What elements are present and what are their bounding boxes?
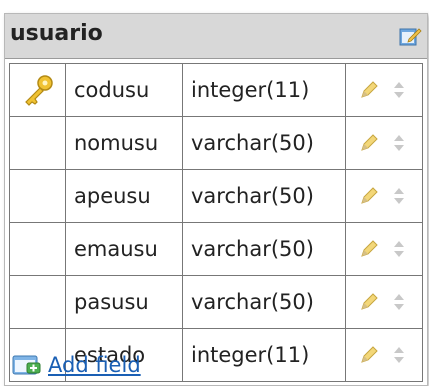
field-actions [346, 64, 423, 117]
field-type: varchar(50) [183, 223, 346, 276]
pencil-icon[interactable] [359, 186, 379, 206]
edit-table-icon[interactable] [398, 24, 422, 48]
key-cell [10, 170, 66, 223]
field-name: nomusu [66, 117, 183, 170]
field-type: integer(11) [183, 329, 346, 382]
key-icon [24, 75, 53, 106]
field-actions [346, 170, 423, 223]
pencil-icon[interactable] [359, 80, 379, 100]
key-cell [10, 223, 66, 276]
key-cell [10, 276, 66, 329]
pencil-icon[interactable] [359, 133, 379, 153]
pencil-icon[interactable] [359, 239, 379, 259]
fields-table: codusu integer(11) nomusu varchar(50) ap… [9, 63, 423, 382]
field-type: integer(11) [183, 64, 346, 117]
reorder-icon[interactable] [389, 80, 409, 100]
field-type: varchar(50) [183, 117, 346, 170]
reorder-icon[interactable] [389, 133, 409, 153]
reorder-icon[interactable] [389, 186, 409, 206]
field-actions [346, 329, 423, 382]
add-field-link[interactable]: Add field [48, 353, 141, 377]
table-row: pasusu varchar(50) [10, 276, 423, 329]
field-actions [346, 223, 423, 276]
reorder-icon[interactable] [389, 345, 409, 365]
field-type: varchar(50) [183, 170, 346, 223]
field-actions [346, 276, 423, 329]
table-row: nomusu varchar(50) [10, 117, 423, 170]
field-name: codusu [66, 64, 183, 117]
table-footer: Add field [12, 353, 141, 377]
field-name: emausu [66, 223, 183, 276]
table-row: apeusu varchar(50) [10, 170, 423, 223]
field-name: pasusu [66, 276, 183, 329]
table-name: usuario [10, 21, 103, 46]
primary-key-cell [10, 64, 66, 117]
pencil-icon[interactable] [359, 345, 379, 365]
field-actions [346, 117, 423, 170]
field-type: varchar(50) [183, 276, 346, 329]
add-field-icon[interactable] [12, 354, 42, 376]
table-card: usuario codusu integer(11) nomusu varcha… [4, 13, 428, 386]
reorder-icon[interactable] [389, 239, 409, 259]
reorder-icon[interactable] [389, 292, 409, 312]
key-cell [10, 117, 66, 170]
table-header: usuario [5, 14, 427, 59]
table-row: codusu integer(11) [10, 64, 423, 117]
pencil-icon[interactable] [359, 292, 379, 312]
field-name: apeusu [66, 170, 183, 223]
table-row: emausu varchar(50) [10, 223, 423, 276]
